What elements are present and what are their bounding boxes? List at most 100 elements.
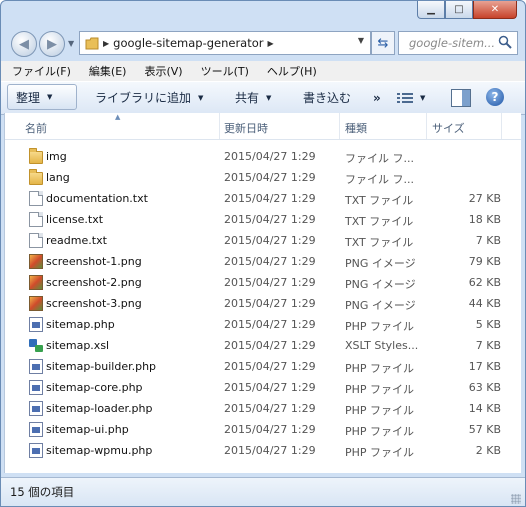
file-row[interactable]: screenshot-3.png 2015/04/27 1:29 PNG イメージ 4… xyxy=(5,293,521,314)
file-size: 7 KB xyxy=(475,234,501,247)
file-type: ファイル フ... xyxy=(345,173,414,186)
xsl-file-icon xyxy=(29,338,43,353)
file-row[interactable]: readme.txt 2015/04/27 1:29 TXT ファイル 7 KB xyxy=(5,230,521,251)
column-header: ▲ 名前 更新日時 種類 サイズ xyxy=(5,113,521,140)
file-size: 62 KB xyxy=(468,276,501,289)
file-date: 2015/04/27 1:29 xyxy=(224,423,316,436)
file-date: 2015/04/27 1:29 xyxy=(224,402,316,415)
forward-button[interactable]: ▶ xyxy=(39,31,65,57)
column-date[interactable]: 更新日時 xyxy=(224,120,268,136)
help-icon[interactable]: ? xyxy=(486,88,504,106)
menu-edit[interactable]: 編集(E) xyxy=(78,63,134,79)
breadcrumb-current[interactable]: google-sitemap-generator xyxy=(113,36,263,50)
file-row[interactable]: license.txt 2015/04/27 1:29 TXT ファイル 18 KB xyxy=(5,209,521,230)
file-row[interactable]: documentation.txt 2015/04/27 1:29 TXT ファイル… xyxy=(5,188,521,209)
column-type[interactable]: 種類 xyxy=(345,120,367,136)
file-row[interactable]: sitemap-ui.php 2015/04/27 1:29 PHP ファイル 57 … xyxy=(5,419,521,440)
php-file-icon xyxy=(29,317,43,332)
image-file-icon xyxy=(29,275,43,290)
folder-icon xyxy=(85,37,99,49)
file-row[interactable]: sitemap-builder.php 2015/04/27 1:29 PHP ファ… xyxy=(5,356,521,377)
history-dropdown-icon[interactable]: ▼ xyxy=(68,39,74,48)
breadcrumb-separator-icon[interactable]: ▶ xyxy=(268,39,274,48)
breadcrumb-separator-icon: ▶ xyxy=(103,38,110,48)
more-commands-button[interactable]: » xyxy=(373,82,381,113)
menu-file[interactable]: ファイル(F) xyxy=(1,63,78,79)
file-name: screenshot-3.png xyxy=(46,297,142,310)
file-row[interactable]: screenshot-2.png 2015/04/27 1:29 PNG イメージ 6… xyxy=(5,272,521,293)
refresh-button[interactable]: ⇆ xyxy=(371,31,395,55)
file-row[interactable]: img 2015/04/27 1:29 ファイル フ... xyxy=(5,146,521,167)
maximize-button[interactable]: □ xyxy=(445,1,473,19)
file-type: TXT ファイル xyxy=(345,194,414,207)
file-row[interactable]: screenshot-1.png 2015/04/27 1:29 PNG イメージ 7… xyxy=(5,251,521,272)
file-date: 2015/04/27 1:29 xyxy=(224,234,316,247)
burn-button[interactable]: 書き込む xyxy=(303,82,351,113)
file-row[interactable]: sitemap.xsl 2015/04/27 1:29 XSLT Styles...… xyxy=(5,335,521,356)
share-button[interactable]: 共有 ▼ xyxy=(235,82,271,113)
text-file-icon xyxy=(29,191,43,206)
file-name: sitemap-builder.php xyxy=(46,360,157,373)
file-list: ▲ 名前 更新日時 種類 サイズ img 2015/04/27 1:29 ファイル … xyxy=(4,113,521,473)
column-divider[interactable] xyxy=(426,113,427,139)
status-bar: 15 個の項目 xyxy=(1,477,525,506)
file-date: 2015/04/27 1:29 xyxy=(224,318,316,331)
menu-help[interactable]: ヘルプ(H) xyxy=(256,63,324,79)
file-date: 2015/04/27 1:29 xyxy=(224,171,316,184)
menu-tools[interactable]: ツール(T) xyxy=(190,63,256,79)
caption-buttons: ▁ □ ✕ xyxy=(417,1,517,19)
file-name: lang xyxy=(46,171,70,184)
close-button[interactable]: ✕ xyxy=(473,1,517,19)
address-bar[interactable]: ▶ google-sitemap-generator ▶ ▼ xyxy=(79,31,371,55)
file-row[interactable]: sitemap.php 2015/04/27 1:29 PHP ファイル 5 KB xyxy=(5,314,521,335)
menu-view[interactable]: 表示(V) xyxy=(133,63,189,79)
file-row[interactable]: sitemap-loader.php 2015/04/27 1:29 PHP ファイ… xyxy=(5,398,521,419)
address-dropdown-icon[interactable]: ▼ xyxy=(358,36,364,45)
search-box[interactable]: google-sitem... xyxy=(398,31,518,55)
file-size: 5 KB xyxy=(475,318,501,331)
file-row[interactable]: sitemap-wpmu.php 2015/04/27 1:29 PHP ファイル 2… xyxy=(5,440,521,461)
file-type: PHP ファイル xyxy=(345,362,415,375)
organize-button[interactable]: 整理 ▼ xyxy=(7,84,77,110)
file-name: screenshot-2.png xyxy=(46,276,142,289)
file-name: sitemap-core.php xyxy=(46,381,143,394)
forward-arrow-icon: ▶ xyxy=(47,36,57,52)
column-name[interactable]: 名前 xyxy=(25,120,47,136)
folder-icon xyxy=(29,169,43,185)
resize-grip-icon[interactable] xyxy=(511,494,521,504)
file-type: PNG イメージ xyxy=(345,278,416,291)
explorer-window: ▁ □ ✕ ◀ ▶ ▼ ▶ google-sitemap-generator ▶… xyxy=(0,0,526,507)
text-file-icon xyxy=(29,233,43,248)
file-type: PHP ファイル xyxy=(345,404,415,417)
php-file-icon xyxy=(29,443,43,458)
sort-arrow-icon: ▲ xyxy=(115,113,121,121)
item-count: 15 個の項目 xyxy=(10,485,75,499)
search-icon[interactable] xyxy=(498,35,512,49)
file-date: 2015/04/27 1:29 xyxy=(224,360,316,373)
back-button[interactable]: ◀ xyxy=(11,31,37,57)
file-type: PHP ファイル xyxy=(345,320,415,333)
file-type: PHP ファイル xyxy=(345,425,415,438)
folder-icon xyxy=(29,148,43,164)
change-view-button[interactable]: ▼ xyxy=(397,82,425,113)
php-file-icon xyxy=(29,380,43,395)
file-name: sitemap.php xyxy=(46,318,115,331)
column-divider[interactable] xyxy=(339,113,340,139)
file-name: sitemap.xsl xyxy=(46,339,110,352)
column-divider[interactable] xyxy=(219,113,220,139)
preview-pane-icon[interactable] xyxy=(451,89,471,107)
file-date: 2015/04/27 1:29 xyxy=(224,444,316,457)
search-placeholder: google-sitem... xyxy=(409,36,496,50)
image-file-icon xyxy=(29,254,43,269)
column-divider[interactable] xyxy=(501,113,502,139)
file-row[interactable]: lang 2015/04/27 1:29 ファイル フ... xyxy=(5,167,521,188)
text-file-icon xyxy=(29,212,43,227)
add-to-library-button[interactable]: ライブラリに追加 ▼ xyxy=(95,82,203,113)
column-size[interactable]: サイズ xyxy=(432,120,465,136)
minimize-button[interactable]: ▁ xyxy=(417,1,445,19)
file-type: PHP ファイル xyxy=(345,383,415,396)
file-size: 2 KB xyxy=(475,444,501,457)
chevron-down-icon: ▼ xyxy=(420,93,426,102)
file-row[interactable]: sitemap-core.php 2015/04/27 1:29 PHP ファイル 6… xyxy=(5,377,521,398)
file-size: 17 KB xyxy=(468,360,501,373)
